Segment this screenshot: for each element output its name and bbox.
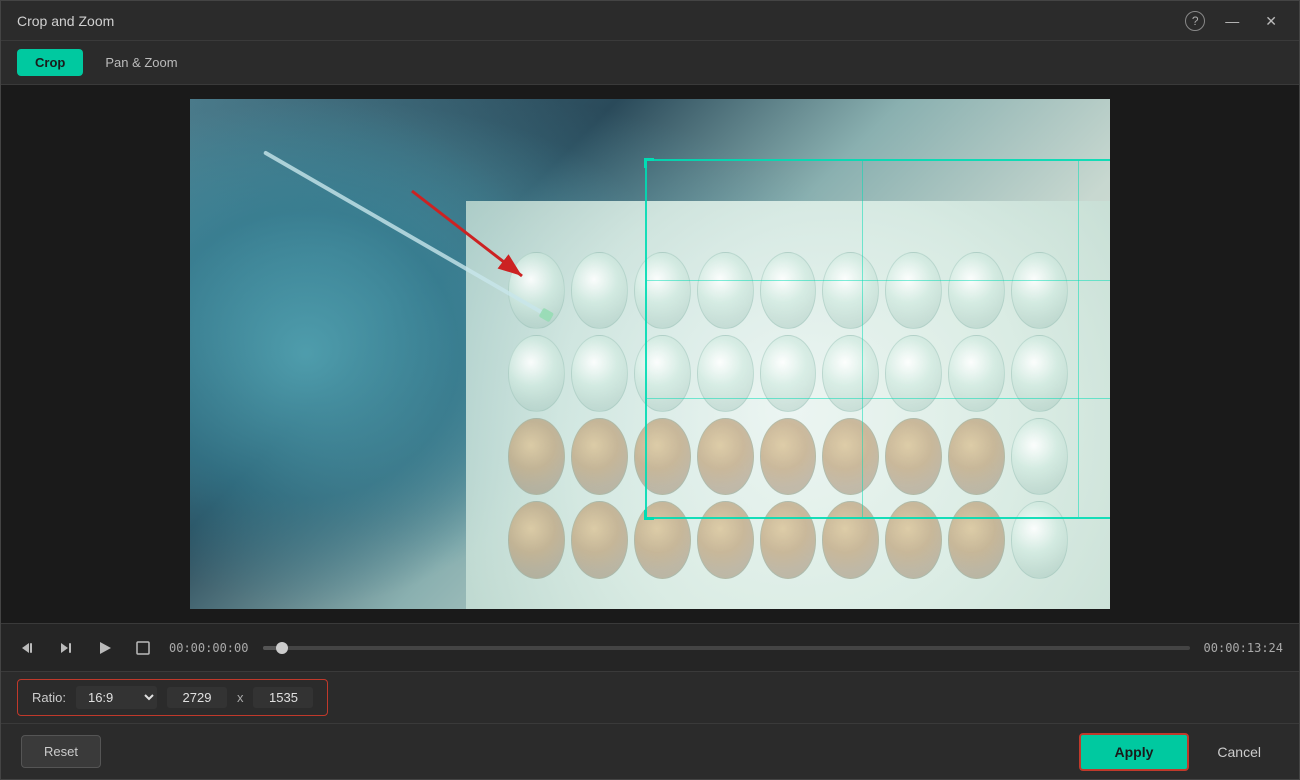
crop-grid-line (862, 161, 863, 517)
well (571, 418, 628, 495)
fullscreen-button[interactable] (131, 636, 155, 660)
apply-button[interactable]: Apply (1079, 733, 1190, 771)
end-time: 00:00:13:24 (1204, 641, 1283, 655)
crop-selection-box[interactable] (645, 159, 1110, 519)
titlebar-controls: ? — ✕ (1185, 11, 1283, 31)
red-arrow (392, 176, 552, 301)
help-button[interactable]: ? (1185, 11, 1205, 31)
tab-crop[interactable]: Crop (17, 49, 83, 76)
well (508, 501, 565, 578)
action-bar: Reset Apply Cancel (1, 723, 1299, 779)
well (508, 335, 565, 412)
ratio-group: Ratio: 16:9 4:3 1:1 9:16 Custom x (17, 679, 328, 716)
titlebar: Crop and Zoom ? — ✕ (1, 1, 1299, 41)
crop-grid-line (1078, 161, 1079, 517)
video-frame (190, 99, 1110, 609)
playback-bar: 00:00:00:00 00:00:13:24 (1, 623, 1299, 671)
crop-grid-line (647, 280, 1110, 281)
video-container (1, 85, 1299, 623)
cancel-button[interactable]: Cancel (1199, 735, 1279, 769)
x-separator: x (237, 690, 244, 705)
close-button[interactable]: ✕ (1259, 12, 1283, 30)
main-window: Crop and Zoom ? — ✕ Crop Pan & Zoom (0, 0, 1300, 780)
ratio-select[interactable]: 16:9 4:3 1:1 9:16 Custom (76, 686, 157, 709)
step-forward-button[interactable] (55, 636, 79, 660)
reset-button[interactable]: Reset (21, 735, 101, 768)
tab-pan-zoom[interactable]: Pan & Zoom (87, 49, 195, 76)
minimize-button[interactable]: — (1219, 12, 1245, 30)
crop-settings-bar: Ratio: 16:9 4:3 1:1 9:16 Custom x (1, 671, 1299, 723)
ratio-label: Ratio: (32, 690, 66, 705)
well (571, 501, 628, 578)
well (508, 418, 565, 495)
timeline-track[interactable] (263, 646, 1190, 650)
window-title: Crop and Zoom (17, 13, 1185, 29)
tabs-bar: Crop Pan & Zoom (1, 41, 1299, 85)
rewind-button[interactable] (17, 636, 41, 660)
crop-grid-line (647, 398, 1110, 399)
current-time: 00:00:00:00 (169, 641, 249, 655)
height-input[interactable] (253, 687, 313, 708)
action-right: Apply Cancel (1079, 733, 1279, 771)
well (571, 252, 628, 329)
play-button[interactable] (93, 636, 117, 660)
well (571, 335, 628, 412)
timeline-thumb[interactable] (276, 642, 288, 654)
width-input[interactable] (167, 687, 227, 708)
crop-handle-bottomleft[interactable] (644, 510, 654, 520)
crop-handle-topleft[interactable] (644, 158, 654, 168)
